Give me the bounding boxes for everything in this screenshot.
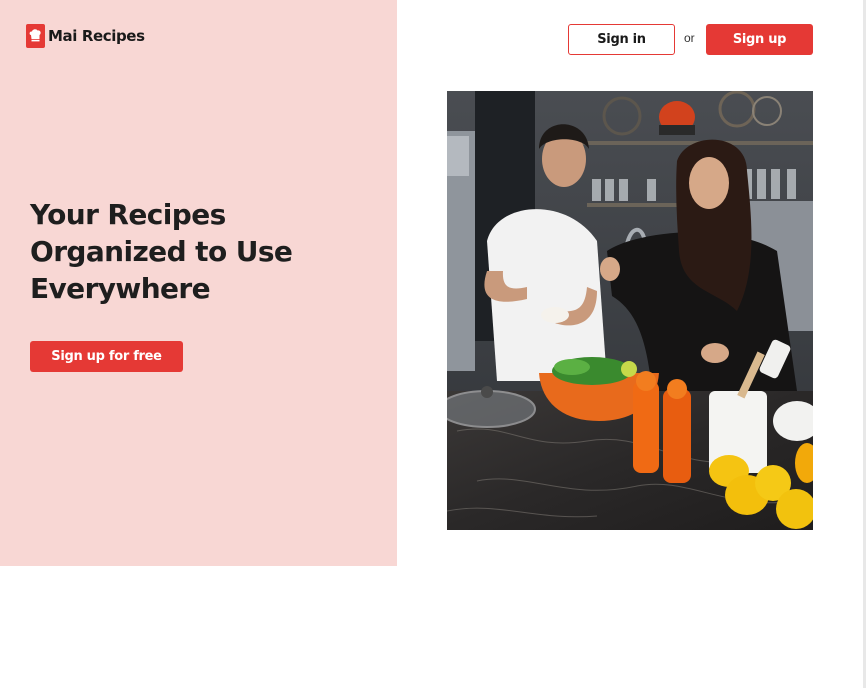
- hero-left-panel: Mai Recipes Your Recipes Organized to Us…: [0, 0, 397, 566]
- hero-kitchen-photo: [447, 91, 813, 530]
- hero-title-line: Organized to Use: [30, 235, 293, 268]
- chef-hat-book-icon: [26, 24, 45, 48]
- brand-logo[interactable]: Mai Recipes: [26, 24, 145, 48]
- or-separator: or: [684, 31, 695, 45]
- signin-button[interactable]: Sign in: [568, 24, 675, 55]
- signup-button[interactable]: Sign up: [706, 24, 813, 55]
- hero-title: Your Recipes Organized to Use Everywhere: [30, 196, 350, 307]
- brand-name: Mai Recipes: [48, 27, 145, 45]
- signup-free-button[interactable]: Sign up for free: [30, 341, 183, 372]
- hero-title-line: Everywhere: [30, 272, 211, 305]
- hero-title-line: Your Recipes: [30, 198, 226, 231]
